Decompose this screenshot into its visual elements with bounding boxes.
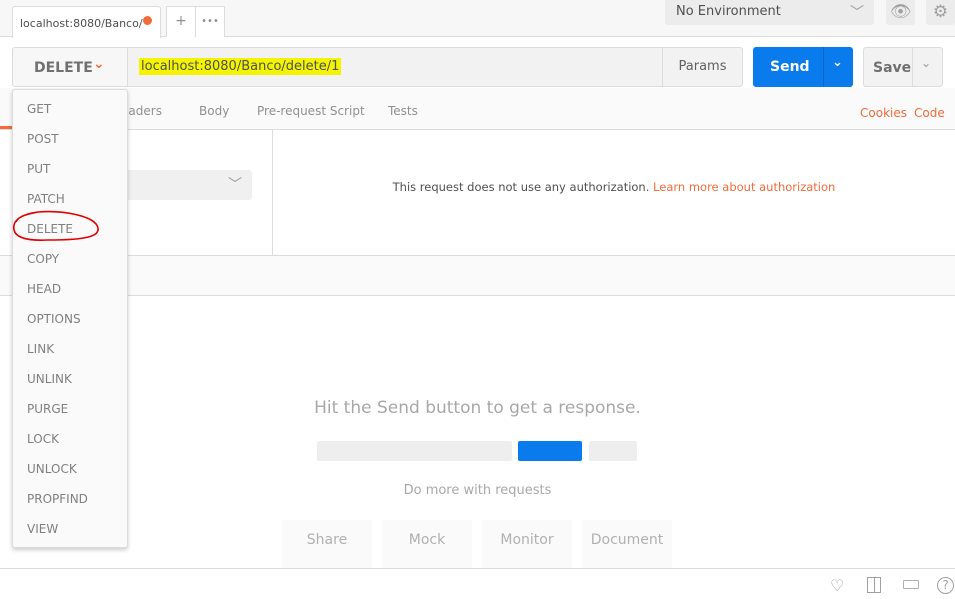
response-header xyxy=(0,256,955,296)
unsaved-dot-icon xyxy=(143,16,152,25)
chevron-down-icon: ﹀ xyxy=(228,177,242,193)
auth-text: This request does not use any authorizat… xyxy=(392,180,650,194)
method-option-lock[interactable]: LOCK xyxy=(27,432,59,446)
chevron-down-icon[interactable]: ⌄ xyxy=(921,56,931,70)
send-label: Send xyxy=(770,59,810,75)
keyboard-icon[interactable] xyxy=(903,580,919,589)
auth-message: This request does not use any authorizat… xyxy=(273,180,955,194)
new-tab-button[interactable]: + xyxy=(166,6,196,37)
method-option-copy[interactable]: COPY xyxy=(27,252,59,266)
method-option-link[interactable]: LINK xyxy=(27,342,54,356)
tab-body[interactable]: Body xyxy=(199,104,229,118)
url-value: localhost:8080/Banco/delete/1 xyxy=(139,58,342,75)
environment-label: No Environment xyxy=(676,4,781,19)
method-option-unlock[interactable]: UNLOCK xyxy=(27,462,77,476)
method-option-patch[interactable]: PATCH xyxy=(27,192,65,206)
chevron-down-icon[interactable]: ⌄ xyxy=(832,55,843,70)
tab-tests[interactable]: Tests xyxy=(388,104,418,118)
method-option-post[interactable]: POST xyxy=(27,132,59,146)
chevron-down-icon: ⌄ xyxy=(93,56,105,72)
params-button[interactable]: Params xyxy=(662,47,743,87)
share-button[interactable]: Share xyxy=(282,520,372,568)
mock-button[interactable]: Mock xyxy=(382,520,472,568)
lightbulb-icon[interactable]: ♡ xyxy=(830,576,844,595)
method-label: DELETE xyxy=(34,60,93,76)
tab-label: localhost:8080/Banco/ xyxy=(20,17,143,30)
method-option-get[interactable]: GET xyxy=(27,102,51,116)
learn-more-link[interactable]: Learn more about authorization xyxy=(653,180,835,194)
save-button[interactable]: Save ⌄ xyxy=(863,47,943,87)
url-input[interactable]: localhost:8080/Banco/delete/1 xyxy=(127,47,663,87)
placeholder-send-bar xyxy=(518,441,582,461)
tab-more-button[interactable]: ••• xyxy=(195,6,225,37)
request-tab[interactable]: localhost:8080/Banco/ xyxy=(12,6,161,38)
placeholder-url-bar xyxy=(317,441,512,461)
method-select[interactable]: DELETE ⌄ xyxy=(12,47,128,87)
red-circle-annotation xyxy=(13,210,99,241)
eye-icon[interactable]: 👁 xyxy=(886,0,915,25)
method-option-put[interactable]: PUT xyxy=(27,162,50,176)
footer-divider xyxy=(0,568,955,569)
method-option-options[interactable]: OPTIONS xyxy=(27,312,81,326)
environment-select[interactable]: No Environment ﹀ xyxy=(665,0,874,25)
method-option-propfind[interactable]: PROPFIND xyxy=(27,492,88,506)
document-button[interactable]: Document xyxy=(582,520,672,568)
code-link[interactable]: Code xyxy=(914,106,945,120)
help-icon[interactable]: ? xyxy=(937,577,954,594)
method-option-view[interactable]: VIEW xyxy=(27,522,58,536)
method-option-head[interactable]: HEAD xyxy=(27,282,61,296)
do-more-label: Do more with requests xyxy=(403,483,552,498)
method-option-unlink[interactable]: UNLINK xyxy=(27,372,72,386)
empty-response-title: Hit the Send button to get a response. xyxy=(314,398,641,418)
cookies-link[interactable]: Cookies xyxy=(860,106,907,120)
method-dropdown-menu: GET POST PUT PATCH DELETE COPY HEAD OPTI… xyxy=(12,89,128,548)
gear-icon[interactable]: ⚙ xyxy=(926,0,955,25)
monitor-button[interactable]: Monitor xyxy=(482,520,572,568)
two-pane-icon[interactable] xyxy=(867,577,881,593)
method-option-purge[interactable]: PURGE xyxy=(27,402,68,416)
placeholder-save-bar xyxy=(589,441,637,461)
save-label: Save xyxy=(873,60,912,76)
send-button[interactable]: Send ⌄ xyxy=(753,47,853,87)
chevron-down-icon: ﹀ xyxy=(850,5,864,21)
tab-pre-request-script[interactable]: Pre-request Script xyxy=(257,104,365,118)
